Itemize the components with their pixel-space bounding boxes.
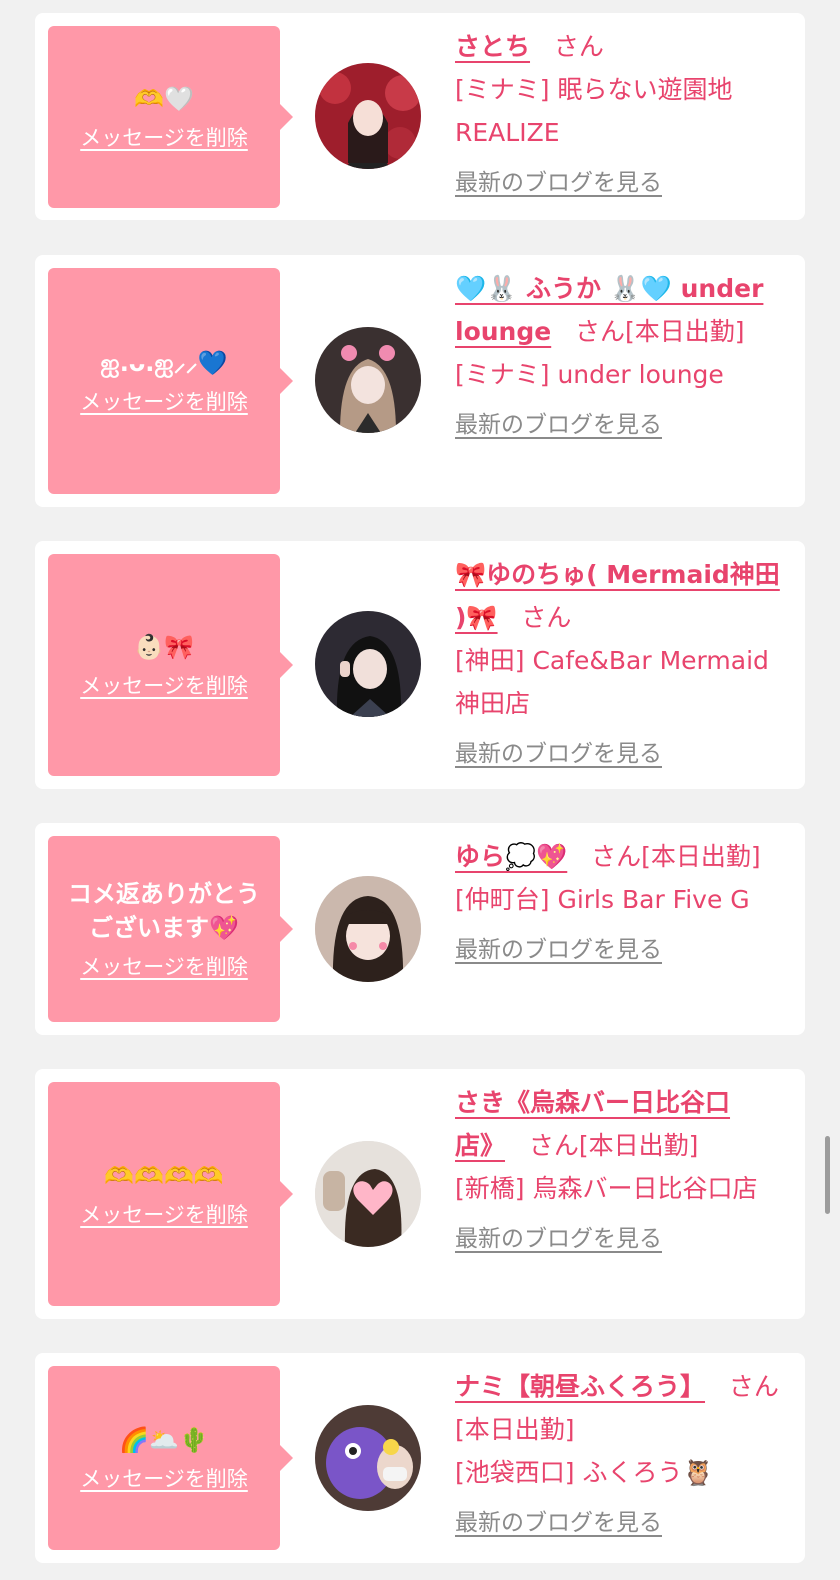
message-bubble: ஐ.ᴗ.ஐ⸝⸝💙 メッセージを削除 [48, 268, 293, 494]
message-bubble: 🫶🫶🫶🫶 メッセージを削除 [48, 1082, 293, 1306]
shop-location: [ミナミ] 眠らない遊園地REALIZE [455, 75, 733, 147]
message-card: 🫶🫶🫶🫶 メッセージを削除 さき《烏森バー日比谷口店》 さん[本日出勤] [新橋… [35, 1069, 805, 1319]
latest-blog-link[interactable]: 最新のブログを見る [455, 410, 662, 440]
avatar[interactable] [315, 63, 421, 169]
message-card: 👶🏻🎀 メッセージを削除 🎀ゆのちゅ( Mermaid神田 )🎀 さん [神田]… [35, 541, 805, 789]
shop-location: [新橋] 烏森バー日比谷口店 [455, 1174, 758, 1203]
message-text: 🫶🤍 [134, 85, 194, 113]
message-text: コメ返ありがとう ございます💖 [68, 880, 260, 942]
profile-info: 🩵🐰 ふうか 🐰🩵 under lounge さん[本日出勤] [ミナミ] un… [455, 267, 789, 445]
profile-name-link[interactable]: さとち [455, 32, 530, 61]
latest-blog-link[interactable]: 最新のブログを見る [455, 168, 662, 198]
message-bubble: 🫶🤍 メッセージを削除 [48, 26, 293, 208]
delete-message-link[interactable]: メッセージを削除 [80, 1463, 248, 1493]
honorific: さん[本日出勤] [575, 317, 745, 346]
message-list: 🫶🤍 メッセージを削除 さとち さん [ミナミ] 眠らない遊園地REALIZE … [0, 0, 840, 1580]
honorific: さん[本日出勤] [528, 1131, 699, 1160]
message-text: ஐ.ᴗ.ஐ⸝⸝💙 [100, 349, 228, 377]
delete-message-link[interactable]: メッセージを削除 [80, 670, 248, 700]
profile-name-link[interactable]: ナミ【朝昼ふくろう】 [455, 1372, 705, 1401]
delete-message-link[interactable]: メッセージを削除 [80, 951, 248, 981]
message-text: 🌈🌥️🌵 [119, 1426, 209, 1454]
profile-info: さとち さん [ミナミ] 眠らない遊園地REALIZE 最新のブログを見る [455, 25, 789, 203]
avatar[interactable] [315, 1405, 421, 1511]
avatar[interactable] [315, 1141, 421, 1247]
message-bubble: 🌈🌥️🌵 メッセージを削除 [48, 1366, 293, 1550]
profile-name-link[interactable]: ゆら💭💖 [455, 842, 567, 871]
message-text: 👶🏻🎀 [134, 633, 194, 661]
latest-blog-link[interactable]: 最新のブログを見る [455, 935, 662, 965]
message-card: コメ返ありがとう ございます💖 メッセージを削除 ゆら💭💖 さん[本日出勤] [… [35, 823, 805, 1035]
shop-location: [池袋西口] ふくろう🦉 [455, 1458, 714, 1487]
latest-blog-link[interactable]: 最新のブログを見る [455, 739, 662, 769]
profile-info: ナミ【朝昼ふくろう】 さん[本日出勤] [池袋西口] ふくろう🦉 最新のブログを… [455, 1365, 789, 1543]
message-card: 🌈🌥️🌵 メッセージを削除 ナミ【朝昼ふくろう】 さん[本日出勤] [池袋西口]… [35, 1353, 805, 1563]
message-card: ஐ.ᴗ.ஐ⸝⸝💙 メッセージを削除 🩵🐰 ふうか 🐰🩵 under lounge… [35, 255, 805, 507]
honorific: さん [521, 603, 572, 632]
profile-info: さき《烏森バー日比谷口店》 さん[本日出勤] [新橋] 烏森バー日比谷口店 最新… [455, 1081, 789, 1259]
message-card: 🫶🤍 メッセージを削除 さとち さん [ミナミ] 眠らない遊園地REALIZE … [35, 13, 805, 220]
message-bubble: コメ返ありがとう ございます💖 メッセージを削除 [48, 836, 293, 1022]
shop-location: [ミナミ] under lounge [455, 360, 724, 389]
message-bubble: 👶🏻🎀 メッセージを削除 [48, 554, 293, 776]
profile-info: ゆら💭💖 さん[本日出勤] [仲町台] Girls Bar Five G 最新の… [455, 835, 789, 970]
delete-message-link[interactable]: メッセージを削除 [80, 122, 248, 152]
message-text: 🫶🫶🫶🫶 [104, 1162, 224, 1190]
avatar[interactable] [315, 876, 421, 982]
honorific: さん [553, 32, 604, 61]
avatar[interactable] [315, 327, 421, 433]
scrollbar[interactable] [825, 1136, 830, 1214]
avatar[interactable] [315, 611, 421, 717]
latest-blog-link[interactable]: 最新のブログを見る [455, 1224, 662, 1254]
latest-blog-link[interactable]: 最新のブログを見る [455, 1508, 662, 1538]
honorific: さん[本日出勤] [591, 842, 761, 871]
profile-info: 🎀ゆのちゅ( Mermaid神田 )🎀 さん [神田] Cafe&Bar Mer… [455, 553, 789, 774]
shop-location: [仲町台] Girls Bar Five G [455, 885, 750, 914]
profile-name-link[interactable]: 🎀ゆのちゅ( Mermaid神田 )🎀 [455, 560, 780, 632]
delete-message-link[interactable]: メッセージを削除 [80, 386, 248, 416]
delete-message-link[interactable]: メッセージを削除 [80, 1199, 248, 1229]
shop-location: [神田] Cafe&Bar Mermaid 神田店 [455, 646, 769, 718]
